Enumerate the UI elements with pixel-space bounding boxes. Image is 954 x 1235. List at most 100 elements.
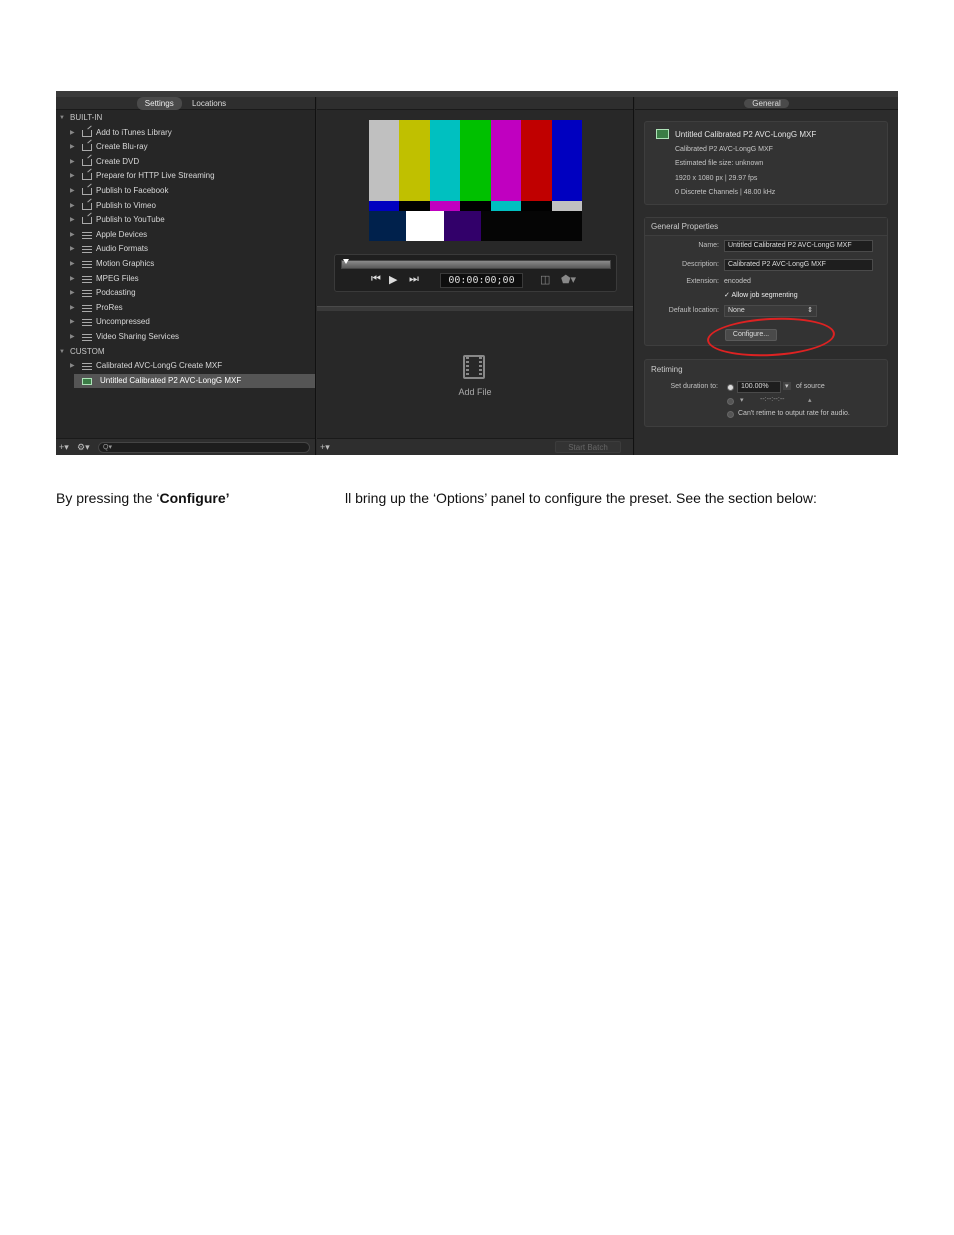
duration-percent-radio[interactable] [727, 384, 734, 391]
tree-item-label: Video Sharing Services [96, 331, 180, 341]
tab-locations[interactable]: Locations [184, 97, 234, 110]
disclosure-closed-icon[interactable]: ▶ [70, 286, 75, 301]
previous-icon[interactable]: ⏮ [371, 273, 381, 286]
share-icon [82, 187, 92, 195]
segmenting-checkbox[interactable]: ✓ Allow job segmenting [724, 291, 798, 299]
color-bar-mid [521, 201, 553, 211]
group-builtin[interactable]: ▼ BUILT-IN [56, 111, 315, 126]
tree-item[interactable]: ▶ Video Sharing Services [56, 330, 315, 345]
disclosure-closed-icon[interactable]: ▶ [70, 315, 75, 330]
disclosure-closed-icon[interactable]: ▶ [70, 330, 75, 345]
tree-item[interactable]: ▶ Motion Graphics [56, 257, 315, 272]
disclosure-closed-icon[interactable]: ▶ [70, 213, 75, 228]
caption-text: By pressing the ‘Configure’ ll bring up … [56, 490, 817, 506]
percent-stepper-icon[interactable]: ▾ [783, 382, 791, 390]
share-icon [82, 173, 92, 181]
play-icon[interactable]: ▶ [389, 273, 397, 286]
disclosure-closed-icon[interactable]: ▶ [70, 301, 75, 316]
audio-info: 0 Discrete Channels | 48.00 kHz [675, 189, 776, 196]
disclosure-closed-icon[interactable]: ▶ [70, 257, 75, 272]
description-field[interactable]: Calibrated P2 AVC-LongG MXF [724, 259, 873, 271]
color-bar [460, 120, 492, 201]
disclosure-open-icon[interactable]: ▼ [59, 345, 65, 360]
tree-item[interactable]: ▶ Publish to Vimeo [56, 199, 315, 214]
tree-item[interactable]: ▶ Podcasting [56, 286, 315, 301]
tree-item[interactable]: ▶ Prepare for HTTP Live Streaming [56, 169, 315, 184]
name-field[interactable]: Untitled Calibrated P2 AVC-LongG MXF [724, 240, 873, 252]
tree-item[interactable]: ▶ Publish to Facebook [56, 184, 315, 199]
tree-item[interactable]: ▶ Publish to YouTube [56, 213, 315, 228]
tree-item-label: Motion Graphics [96, 258, 155, 268]
add-icon[interactable]: +▾ [59, 442, 69, 453]
stepper-icon: ⇕ [807, 307, 813, 314]
disclosure-closed-icon[interactable]: ▶ [70, 228, 75, 243]
color-bar [429, 120, 461, 201]
tree-item[interactable]: ▶ Apple Devices [56, 228, 315, 243]
share-icon [82, 217, 92, 225]
tree-item[interactable]: ▶ MPEG Files [56, 272, 315, 287]
disclosure-closed-icon[interactable]: ▶ [70, 272, 75, 287]
search-input[interactable]: Q▾ [98, 442, 310, 453]
playhead[interactable] [343, 259, 349, 264]
add-icon[interactable]: +▾ [320, 442, 330, 453]
tc-step-icon[interactable]: ▴ [808, 396, 812, 404]
disclosure-closed-icon[interactable]: ▶ [70, 359, 75, 374]
preset-icon [82, 377, 92, 385]
disclosure-closed-icon[interactable]: ▶ [70, 242, 75, 257]
disclosure-closed-icon[interactable]: ▶ [70, 199, 75, 214]
tree-item-label: Apple Devices [96, 229, 148, 239]
tree-item[interactable]: ▶ Calibrated AVC-LongG Create MXF [56, 359, 315, 374]
preset-title: Untitled Calibrated P2 AVC-LongG MXF [675, 130, 817, 139]
audio-retime-radio[interactable] [727, 411, 734, 418]
location-select[interactable]: None ⇕ [724, 305, 817, 317]
disclosure-closed-icon[interactable]: ▶ [70, 155, 75, 170]
disclosure-closed-icon[interactable]: ▶ [70, 140, 75, 155]
caption-suffix: ll bring up the ‘Options’ panel to confi… [345, 490, 817, 506]
marker-icon[interactable]: ⬟▾ [561, 273, 576, 286]
panel-divider[interactable] [317, 306, 633, 311]
sidebar-tabs: Settings Locations [56, 97, 315, 110]
disclosure-closed-icon[interactable]: ▶ [70, 184, 75, 199]
tree-item-label: Create Blu-ray [96, 142, 148, 152]
gear-icon[interactable]: ⚙▾ [77, 442, 90, 453]
view-icon[interactable]: ◫ [540, 273, 550, 286]
scrubber[interactable] [341, 259, 611, 269]
tc-stepper-icon[interactable]: ▾ [740, 396, 744, 404]
audio-retime-note: Can't retime to output rate for audio. [738, 410, 850, 417]
tab-settings[interactable]: Settings [136, 97, 182, 110]
general-properties-header: General Properties [645, 218, 887, 236]
tab-general[interactable]: General [744, 99, 789, 108]
percent-field[interactable]: 100.00% [737, 381, 781, 393]
group-custom[interactable]: ▼ CUSTOM [56, 345, 315, 360]
tree-item[interactable]: ▶ Create Blu-ray [56, 140, 315, 155]
tree-item-label: Add to iTunes Library [96, 127, 172, 137]
start-batch-button[interactable]: Start Batch [555, 441, 621, 453]
tree-item-label: Publish to Facebook [96, 185, 169, 195]
tree-item-label: Prepare for HTTP Live Streaming [96, 171, 215, 181]
disclosure-closed-icon[interactable]: ▶ [70, 126, 75, 141]
tree-item[interactable]: ▶ Add to iTunes Library [56, 126, 315, 141]
add-file-label[interactable]: Add File [317, 387, 633, 397]
duration-tc-radio[interactable] [727, 398, 734, 405]
preview-topbar [317, 97, 633, 110]
disclosure-closed-icon[interactable]: ▶ [70, 169, 75, 184]
tree-item[interactable]: ▶ Create DVD [56, 155, 315, 170]
disclosure-open-icon[interactable]: ▼ [59, 111, 65, 126]
caption-bold: Configure’ [159, 490, 230, 506]
preset-summary: Untitled Calibrated P2 AVC-LongG MXF Cal… [644, 121, 888, 205]
color-bar-bottom [481, 211, 582, 241]
tree-item-selected[interactable]: Untitled Calibrated P2 AVC-LongG MXF [74, 373, 315, 389]
share-icon [82, 202, 92, 210]
next-icon[interactable]: ⏭ [409, 273, 419, 286]
settings-sidebar: Settings Locations ▼ BUILT-IN ▶ Add to iTun… [56, 97, 316, 455]
tree-item[interactable]: ▶ Audio Formats [56, 242, 315, 257]
tree-item-label: Create DVD [96, 156, 140, 166]
duration-tc-field[interactable]: --:--:--:-- [760, 396, 784, 403]
tree-item[interactable]: ▶ Uncompressed [56, 315, 315, 330]
tree-item[interactable]: ▶ ProRes [56, 301, 315, 316]
share-icon [82, 129, 92, 137]
tree-item-label: ProRes [96, 302, 123, 312]
color-bar-mid [369, 201, 400, 211]
location-label: Default location: [668, 307, 719, 314]
inspector-panel: General Untitled Calibrated P2 AVC-LongG… [635, 97, 898, 455]
